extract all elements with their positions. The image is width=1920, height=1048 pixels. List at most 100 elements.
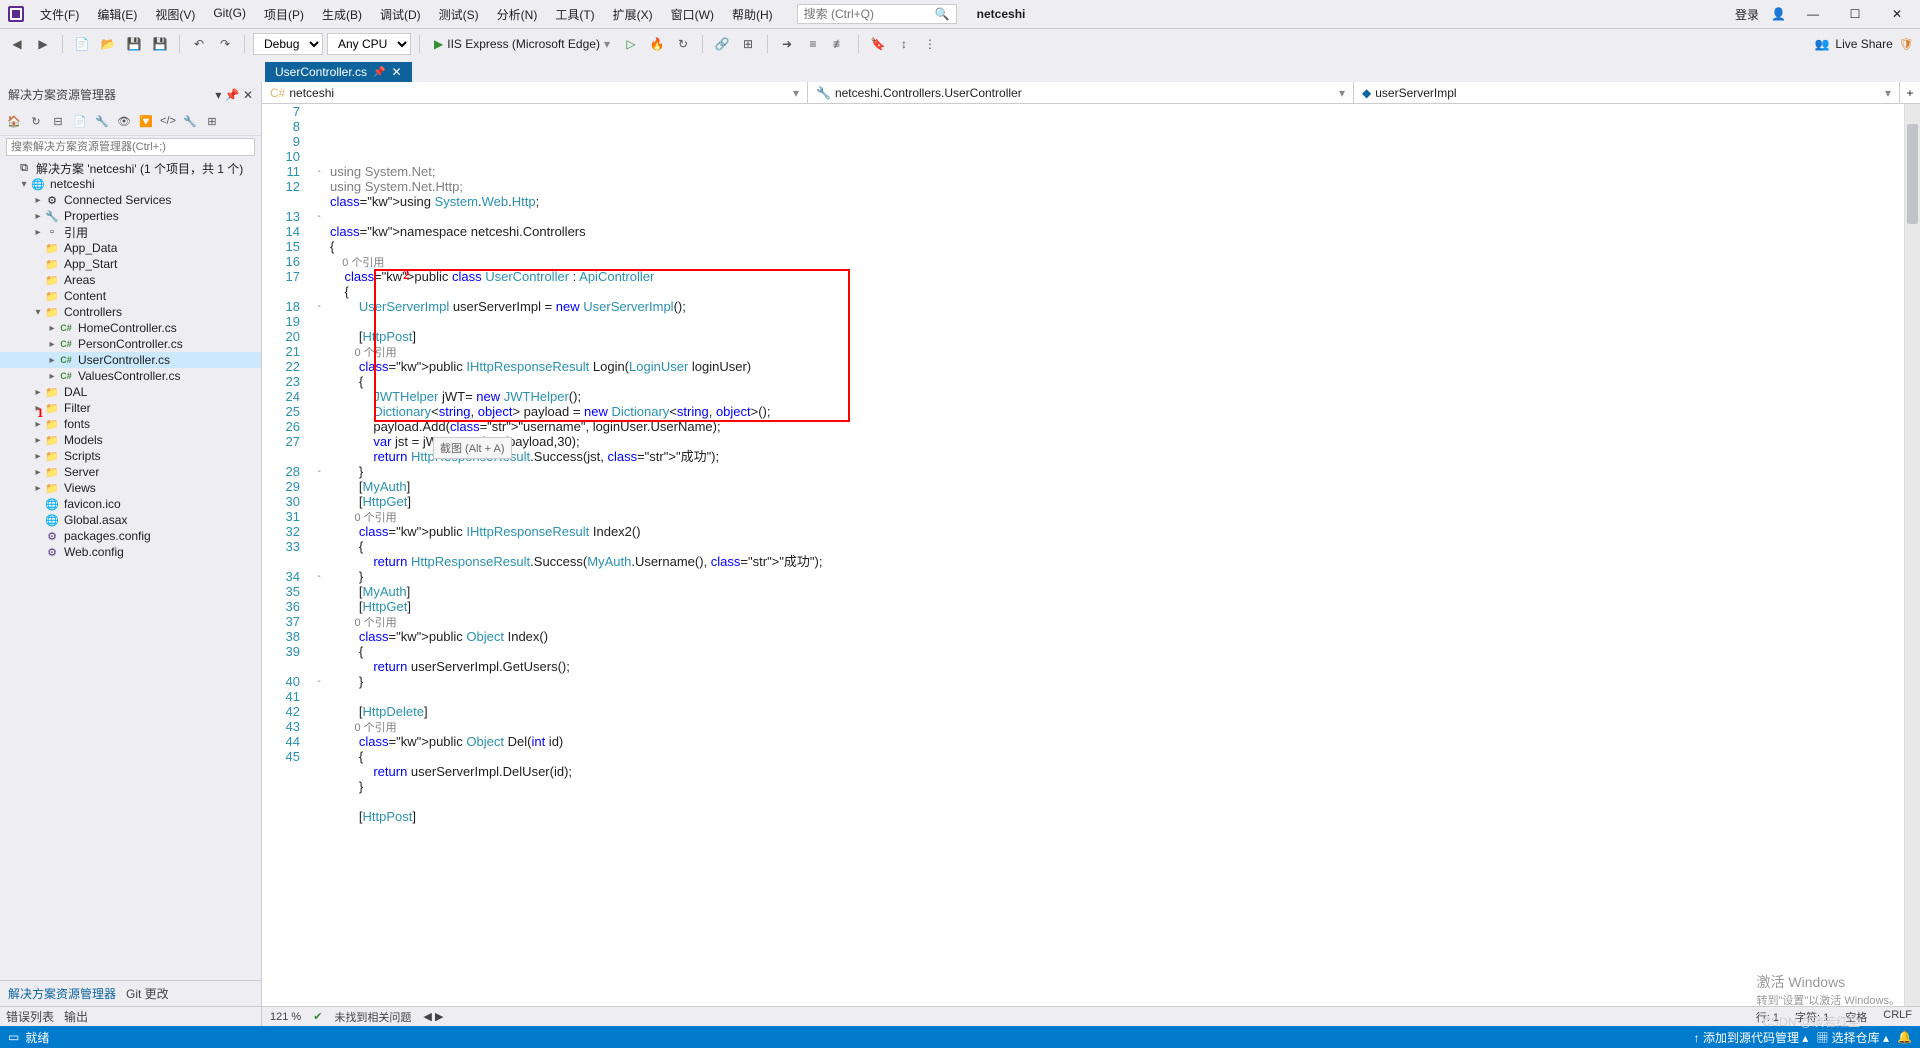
- tree-Areas[interactable]: 📁Areas: [0, 272, 261, 288]
- menu-生成(B)[interactable]: 生成(B): [314, 2, 370, 27]
- tree-App_Data[interactable]: 📁App_Data: [0, 240, 261, 256]
- bc-member[interactable]: ◆userServerImpl▾: [1354, 82, 1900, 103]
- tree-Models[interactable]: ▸📁Models: [0, 432, 261, 448]
- scroll-thumb[interactable]: [1907, 124, 1918, 224]
- open-button[interactable]: 📂: [97, 33, 119, 55]
- wrench-button[interactable]: 🔧: [180, 111, 200, 131]
- sidebar-menu-icon[interactable]: ▾ 📌 ✕: [215, 88, 253, 102]
- repo-select[interactable]: ▦ 选择仓库 ▴: [1816, 1029, 1889, 1046]
- tree-PersonController.cs[interactable]: ▸C#PersonController.cs: [0, 336, 261, 352]
- issues-text[interactable]: 未找到相关问题: [334, 1009, 411, 1025]
- liveshare-icon[interactable]: 👥: [1814, 37, 1829, 51]
- tree-Connected Services[interactable]: ▸⚙Connected Services: [0, 192, 261, 208]
- search-input[interactable]: [804, 7, 935, 21]
- sidebar-title[interactable]: 解决方案资源管理器 ▾ 📌 ✕: [0, 82, 261, 107]
- bookmark-button[interactable]: 🔖: [867, 33, 889, 55]
- collapse-button[interactable]: ⊟: [48, 111, 68, 131]
- tree-Controllers[interactable]: ▾📁Controllers: [0, 304, 261, 320]
- sync-button[interactable]: ↻: [26, 111, 46, 131]
- scroll-minimap[interactable]: [1904, 104, 1920, 1006]
- tab-solution[interactable]: 解决方案资源管理器: [8, 985, 116, 1002]
- solution-search-input[interactable]: [6, 138, 255, 156]
- menu-工具(T)[interactable]: 工具(T): [547, 2, 602, 27]
- menu-测试(S)[interactable]: 测试(S): [431, 2, 487, 27]
- new-project-button[interactable]: 📄: [71, 33, 93, 55]
- scope-button[interactable]: ⊞: [202, 111, 222, 131]
- menu-分析(N)[interactable]: 分析(N): [489, 2, 546, 27]
- lineending[interactable]: CRLF: [1883, 1009, 1912, 1025]
- tab-git[interactable]: Git 更改: [126, 985, 169, 1002]
- line-pos[interactable]: 行: 1: [1756, 1009, 1779, 1025]
- tree-HomeController.cs[interactable]: ▸C#HomeController.cs: [0, 320, 261, 336]
- tree-Web.config[interactable]: ⚙Web.config: [0, 544, 261, 560]
- step-button[interactable]: ➜: [776, 33, 798, 55]
- tb-misc1[interactable]: ⊞: [737, 33, 759, 55]
- filter-button[interactable]: 🔽: [136, 111, 156, 131]
- run-button[interactable]: ▶IIS Express (Microsoft Edge)▾: [428, 35, 616, 53]
- admin-icon[interactable]: 🛡: [1899, 37, 1914, 51]
- tb-misc3[interactable]: ⋮: [919, 33, 941, 55]
- bc-class[interactable]: 🔧netceshi.Controllers.UserController▾: [808, 82, 1354, 103]
- platform-dropdown[interactable]: Any CPU: [327, 33, 411, 55]
- config-dropdown[interactable]: Debug: [253, 33, 323, 55]
- tab-errors[interactable]: 错误列表: [6, 1008, 54, 1025]
- login-link[interactable]: 登录: [1735, 6, 1759, 23]
- tree-引用[interactable]: ▸▫引用: [0, 224, 261, 240]
- liveshare-link[interactable]: Live Share: [1835, 37, 1892, 51]
- tab-close-button[interactable]: ✕: [391, 65, 401, 79]
- indent-mode[interactable]: 空格: [1845, 1009, 1867, 1025]
- vcs-add[interactable]: ↑ 添加到源代码管理 ▴: [1694, 1029, 1809, 1046]
- tree-Properties[interactable]: ▸🔧Properties: [0, 208, 261, 224]
- home-button[interactable]: 🏠: [4, 111, 24, 131]
- tree-DAL[interactable]: ▸📁DAL: [0, 384, 261, 400]
- menu-调试(D)[interactable]: 调试(D): [372, 2, 429, 27]
- undo-button[interactable]: ↶: [188, 33, 210, 55]
- menu-编辑(E)[interactable]: 编辑(E): [89, 2, 145, 27]
- properties-button[interactable]: 🔧: [92, 111, 112, 131]
- global-search[interactable]: 🔍: [797, 4, 957, 24]
- menu-扩展(X)[interactable]: 扩展(X): [605, 2, 661, 27]
- code-area[interactable]: 7891011121314151617181920212223242526272…: [262, 104, 1920, 1006]
- menu-视图(V)[interactable]: 视图(V): [147, 2, 203, 27]
- menu-项目(P)[interactable]: 项目(P): [256, 2, 312, 27]
- tree-Server[interactable]: ▸📁Server: [0, 464, 261, 480]
- close-button[interactable]: ✕: [1882, 4, 1912, 24]
- preview-button[interactable]: 👁: [114, 111, 134, 131]
- save-button[interactable]: 💾: [123, 33, 145, 55]
- nav-back-button[interactable]: ◀: [6, 33, 28, 55]
- menu-窗口(W)[interactable]: 窗口(W): [663, 2, 722, 27]
- nav-fwd-button[interactable]: ▶: [32, 33, 54, 55]
- pin-icon[interactable]: 📌: [373, 67, 385, 78]
- menu-Git(G)[interactable]: Git(G): [205, 2, 254, 27]
- tree-Scripts[interactable]: ▸📁Scripts: [0, 448, 261, 464]
- zoom-level[interactable]: 121 %: [270, 1011, 301, 1023]
- browser-link-button[interactable]: 🔗: [711, 33, 733, 55]
- bc-project[interactable]: C#netceshi▾: [262, 82, 808, 103]
- tree-Views[interactable]: ▸📁Views: [0, 480, 261, 496]
- code-button[interactable]: </>: [158, 111, 178, 131]
- tree-netceshi[interactable]: ▾🌐netceshi: [0, 176, 261, 192]
- user-icon[interactable]: 👤: [1771, 7, 1786, 21]
- start-noDebug-button[interactable]: ▷: [620, 33, 642, 55]
- col-pos[interactable]: 字符: 1: [1795, 1009, 1829, 1025]
- split-button[interactable]: +: [1900, 82, 1920, 103]
- tree-ValuesController.cs[interactable]: ▸C#ValuesController.cs: [0, 368, 261, 384]
- tree-Content[interactable]: 📁Content: [0, 288, 261, 304]
- menu-文件(F)[interactable]: 文件(F): [32, 2, 87, 27]
- tree-Global.asax[interactable]: 🌐Global.asax: [0, 512, 261, 528]
- file-tab[interactable]: UserController.cs 📌 ✕: [265, 62, 412, 82]
- tab-output[interactable]: 输出: [64, 1008, 88, 1025]
- maximize-button[interactable]: ☐: [1840, 4, 1870, 24]
- save-all-button[interactable]: 💾: [149, 33, 171, 55]
- uncomment-button[interactable]: ≢: [828, 33, 850, 55]
- tb-misc2[interactable]: ↕: [893, 33, 915, 55]
- notification-icon[interactable]: 🔔: [1897, 1030, 1912, 1044]
- tree-packages.config[interactable]: ⚙packages.config: [0, 528, 261, 544]
- issues-dd[interactable]: ◀ ▶: [423, 1010, 443, 1023]
- tree-UserController.cs[interactable]: ▸C#UserController.cs: [0, 352, 261, 368]
- menu-帮助(H)[interactable]: 帮助(H): [724, 2, 781, 27]
- tree-解决方案 'netceshi' (1 个项目，共 1 个)[interactable]: ⧉解决方案 'netceshi' (1 个项目，共 1 个): [0, 160, 261, 176]
- comment-button[interactable]: ≡: [802, 33, 824, 55]
- hot-reload-button[interactable]: 🔥: [646, 33, 668, 55]
- redo-button[interactable]: ↷: [214, 33, 236, 55]
